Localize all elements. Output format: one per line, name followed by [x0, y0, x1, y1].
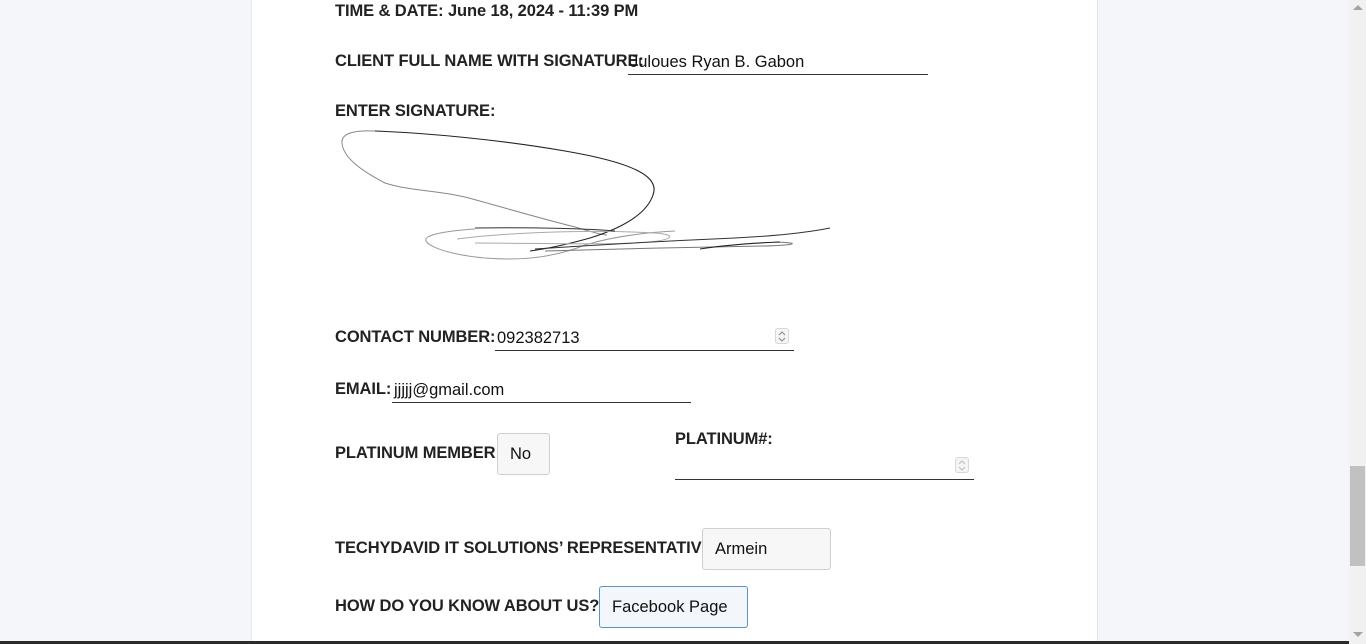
platinum-member-label: PLATINUM MEMBER:: [335, 444, 501, 462]
email-input[interactable]: jjjjj@gmail.com: [392, 379, 691, 403]
scroll-up-arrow-icon[interactable]: [1353, 5, 1363, 10]
contact-spinner-icon[interactable]: [775, 328, 789, 344]
representative-select[interactable]: Armein: [702, 528, 831, 570]
referral-label: HOW DO YOU KNOW ABOUT US?:: [335, 597, 605, 615]
client-name-input[interactable]: Juloues Ryan B. Gabon: [628, 51, 928, 75]
email-label: EMAIL:: [335, 380, 392, 398]
contact-number-input[interactable]: 092382713: [495, 327, 794, 351]
representative-label: TECHYDAVID IT SOLUTIONS’ REPRESENTATIVE:: [335, 539, 718, 557]
time-date-text: TIME & DATE: June 18, 2024 - 11:39 PM: [335, 2, 639, 20]
referral-select[interactable]: Facebook Page: [599, 586, 748, 628]
platinum-number-label: PLATINUM#:: [675, 430, 773, 448]
contact-number-label: CONTACT NUMBER:: [335, 328, 496, 346]
client-name-label: CLIENT FULL NAME WITH SIGNATURE:: [335, 52, 644, 70]
scroll-down-arrow-icon[interactable]: [1353, 632, 1363, 637]
platinum-number-input[interactable]: [675, 456, 974, 480]
signature-strokes: [341, 130, 831, 260]
platinum-member-value: No: [510, 444, 532, 463]
signature-pad[interactable]: [335, 125, 855, 275]
platinum-spinner-icon[interactable]: [955, 457, 969, 473]
signature-label: ENTER SIGNATURE:: [335, 102, 496, 120]
representative-value: Armein: [715, 539, 768, 558]
platinum-member-select[interactable]: No: [497, 433, 550, 475]
scrollbar-thumb[interactable]: [1350, 466, 1365, 566]
referral-value: Facebook Page: [612, 597, 728, 616]
